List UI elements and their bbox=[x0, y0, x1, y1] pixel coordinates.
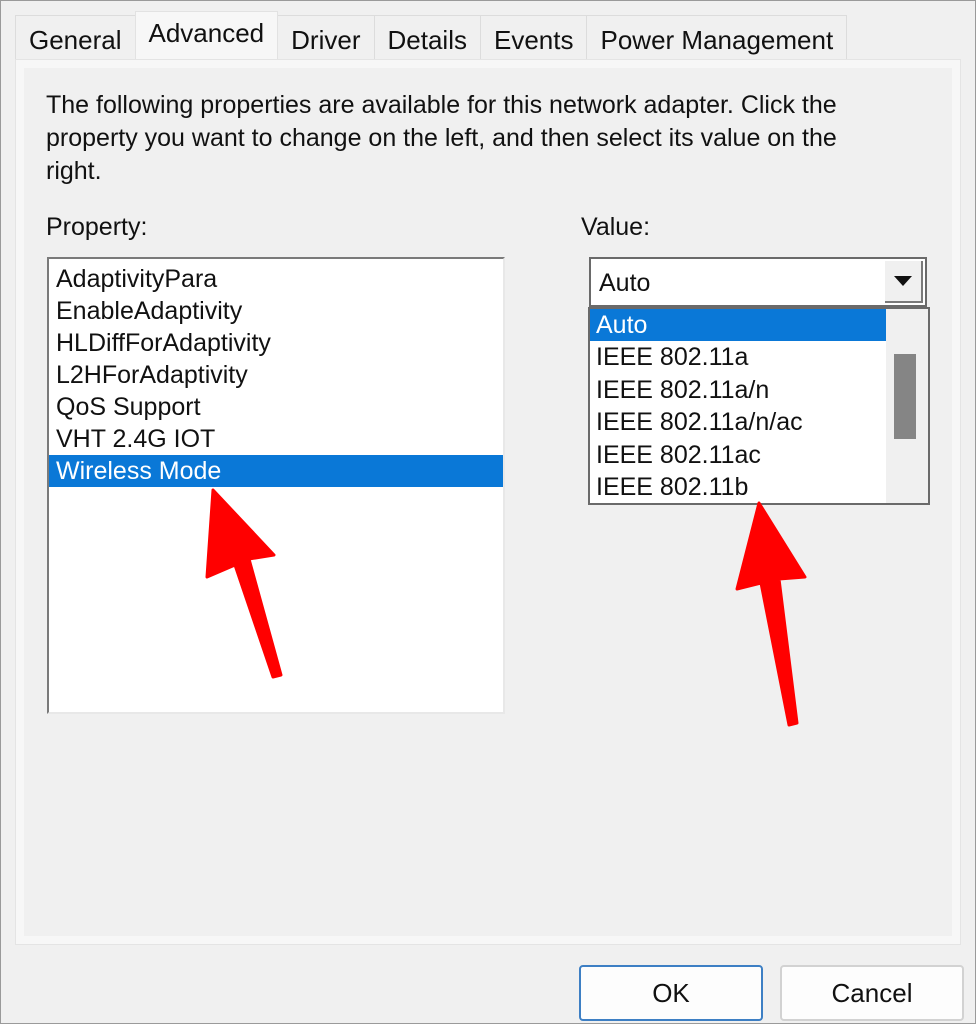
value-dropdown-list[interactable]: Auto IEEE 802.11a IEEE 802.11a/n IEEE 80… bbox=[588, 307, 930, 505]
property-item-l2hforadaptivity[interactable]: L2HForAdaptivity bbox=[49, 359, 503, 391]
tab-advanced[interactable]: Advanced bbox=[134, 11, 279, 59]
tab-driver[interactable]: Driver bbox=[277, 15, 375, 59]
value-option-ieee-802-11b[interactable]: IEEE 802.11b bbox=[590, 471, 886, 503]
value-option-ieee-802-11a-n[interactable]: IEEE 802.11a/n bbox=[590, 374, 886, 406]
property-item-qos-support[interactable]: QoS Support bbox=[49, 391, 503, 423]
property-item-hldiffforadaptivity[interactable]: HLDiffForAdaptivity bbox=[49, 327, 503, 359]
chevron-down-icon bbox=[894, 276, 912, 286]
value-dropdown-button[interactable] bbox=[885, 261, 923, 303]
cancel-button[interactable]: Cancel bbox=[780, 965, 964, 1021]
tab-bar: General Advanced Driver Details Events P… bbox=[15, 11, 848, 59]
value-label: Value: bbox=[581, 213, 651, 241]
dropdown-scroll-thumb[interactable] bbox=[894, 353, 916, 439]
property-label: Property: bbox=[46, 213, 148, 241]
adapter-properties-dialog: General Advanced Driver Details Events P… bbox=[0, 0, 976, 1024]
value-option-ieee-802-11a-n-ac[interactable]: IEEE 802.11a/n/ac bbox=[590, 406, 886, 438]
value-option-ieee-802-11a[interactable]: IEEE 802.11a bbox=[590, 341, 886, 373]
value-option-ieee-802-11ac[interactable]: IEEE 802.11ac bbox=[590, 439, 886, 471]
property-item-vht-2-4g-iot[interactable]: VHT 2.4G IOT bbox=[49, 423, 503, 455]
tab-general[interactable]: General bbox=[15, 15, 136, 59]
property-list[interactable]: AdaptivityPara EnableAdaptivity HLDiffFo… bbox=[47, 257, 505, 714]
property-item-wireless-mode[interactable]: Wireless Mode bbox=[49, 455, 503, 487]
property-item-enableadaptivity[interactable]: EnableAdaptivity bbox=[49, 295, 503, 327]
ok-button[interactable]: OK bbox=[579, 965, 763, 1021]
value-option-auto[interactable]: Auto bbox=[590, 309, 886, 342]
dropdown-scrollbar[interactable] bbox=[886, 309, 928, 503]
tab-events[interactable]: Events bbox=[479, 15, 588, 59]
tab-power-management[interactable]: Power Management bbox=[586, 15, 848, 59]
value-combobox-current: Auto bbox=[599, 269, 651, 297]
value-options: Auto IEEE 802.11a IEEE 802.11a/n IEEE 80… bbox=[590, 309, 886, 503]
property-item-adaptivitypara[interactable]: AdaptivityPara bbox=[49, 263, 503, 295]
description-text: The following properties are available f… bbox=[46, 91, 837, 185]
value-combobox[interactable]: Auto bbox=[589, 257, 927, 307]
tab-details[interactable]: Details bbox=[373, 15, 481, 59]
